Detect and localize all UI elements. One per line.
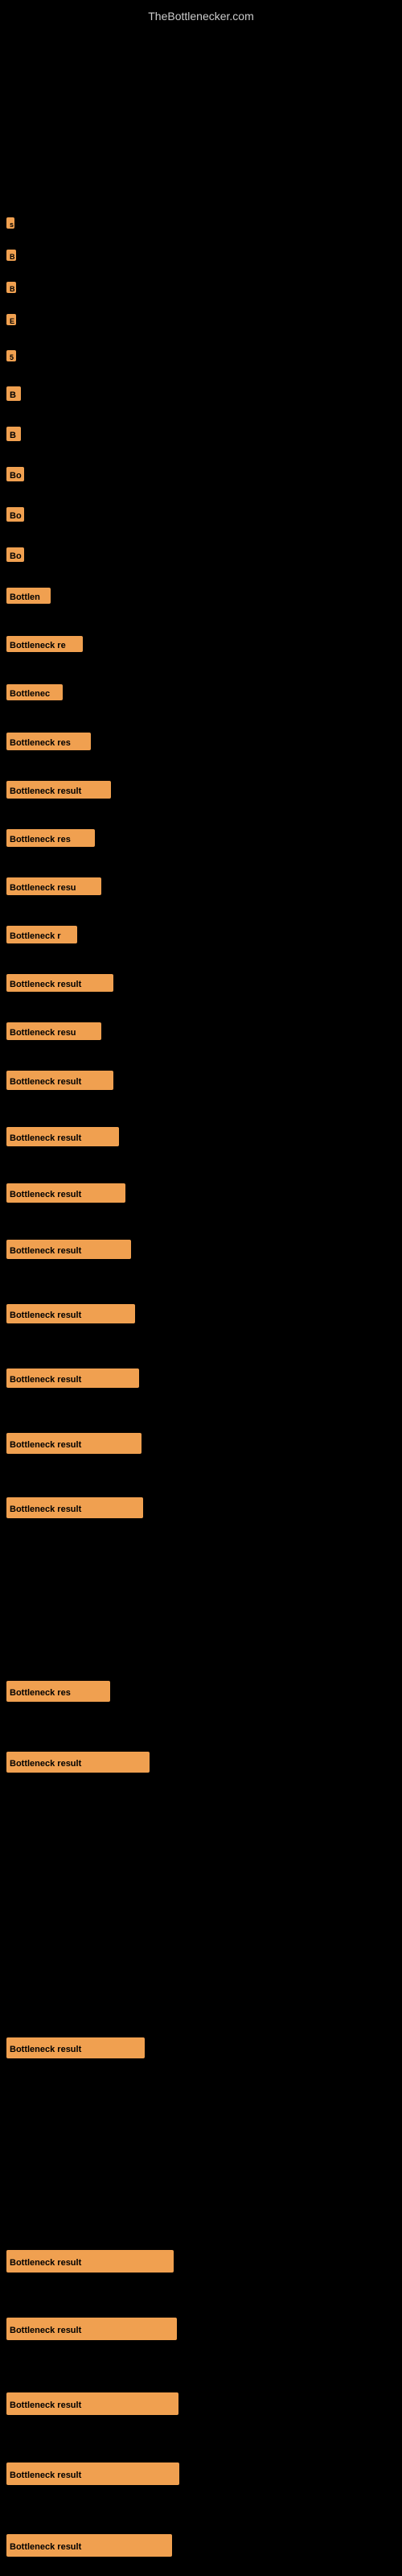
bottleneck-result-label: Bottleneck result xyxy=(6,2250,174,2273)
bottleneck-result-label: Bottleneck result xyxy=(6,1127,119,1146)
bottleneck-result-label: Bottleneck re xyxy=(6,636,83,652)
small-label: B xyxy=(6,250,16,261)
site-title: TheBottlenecker.com xyxy=(148,3,254,26)
bottleneck-result-label: Bottleneck result xyxy=(6,1752,150,1773)
bottleneck-result-label: Bottleneck result xyxy=(6,2534,172,2557)
small-label: B xyxy=(6,282,16,293)
bottleneck-result-label: Bottleneck result xyxy=(6,974,113,992)
bottleneck-result-label: Bottleneck result xyxy=(6,1304,135,1323)
bottleneck-result-label: Bottleneck res xyxy=(6,733,91,750)
bottleneck-result-label: Bottleneck result xyxy=(6,2318,177,2340)
bottleneck-result-label: Bottleneck result xyxy=(6,2392,178,2415)
bottleneck-result-label: B xyxy=(6,386,21,401)
bottleneck-result-label: Bottleneck resu xyxy=(6,1022,101,1040)
bottleneck-result-label: Bottleneck resu xyxy=(6,877,101,895)
bottleneck-result-label: Bottleneck r xyxy=(6,926,77,943)
bottleneck-result-label: Bottleneck result xyxy=(6,1433,142,1454)
bottleneck-result-label: Bottleneck res xyxy=(6,1681,110,1702)
bottleneck-result-label: Bottleneck result xyxy=(6,1071,113,1090)
small-label: E xyxy=(6,314,16,325)
bottleneck-result-label: Bottleneck result xyxy=(6,2462,179,2485)
bottleneck-result-label: Bottleneck res xyxy=(6,829,95,847)
bottleneck-result-label: Bottlenec xyxy=(6,684,63,700)
bottleneck-result-label: Bottleneck result xyxy=(6,1240,131,1259)
bottleneck-result-label: Bottleneck result xyxy=(6,1183,125,1203)
bottleneck-result-label: Bottleneck result xyxy=(6,2037,145,2058)
bottleneck-result-label: Bottleneck result xyxy=(6,781,111,799)
bottleneck-result-label: Bo xyxy=(6,467,24,481)
small-label: s xyxy=(6,217,14,229)
bottleneck-result-label: B xyxy=(6,427,21,441)
bottleneck-result-label: Bottleneck result xyxy=(6,1497,143,1518)
small-label: 5 xyxy=(6,350,16,361)
bottleneck-result-label: Bottleneck result xyxy=(6,1368,139,1388)
bottleneck-result-label: Bo xyxy=(6,547,24,562)
bottleneck-result-label: Bottlen xyxy=(6,588,51,604)
bottleneck-result-label: Bo xyxy=(6,507,24,522)
